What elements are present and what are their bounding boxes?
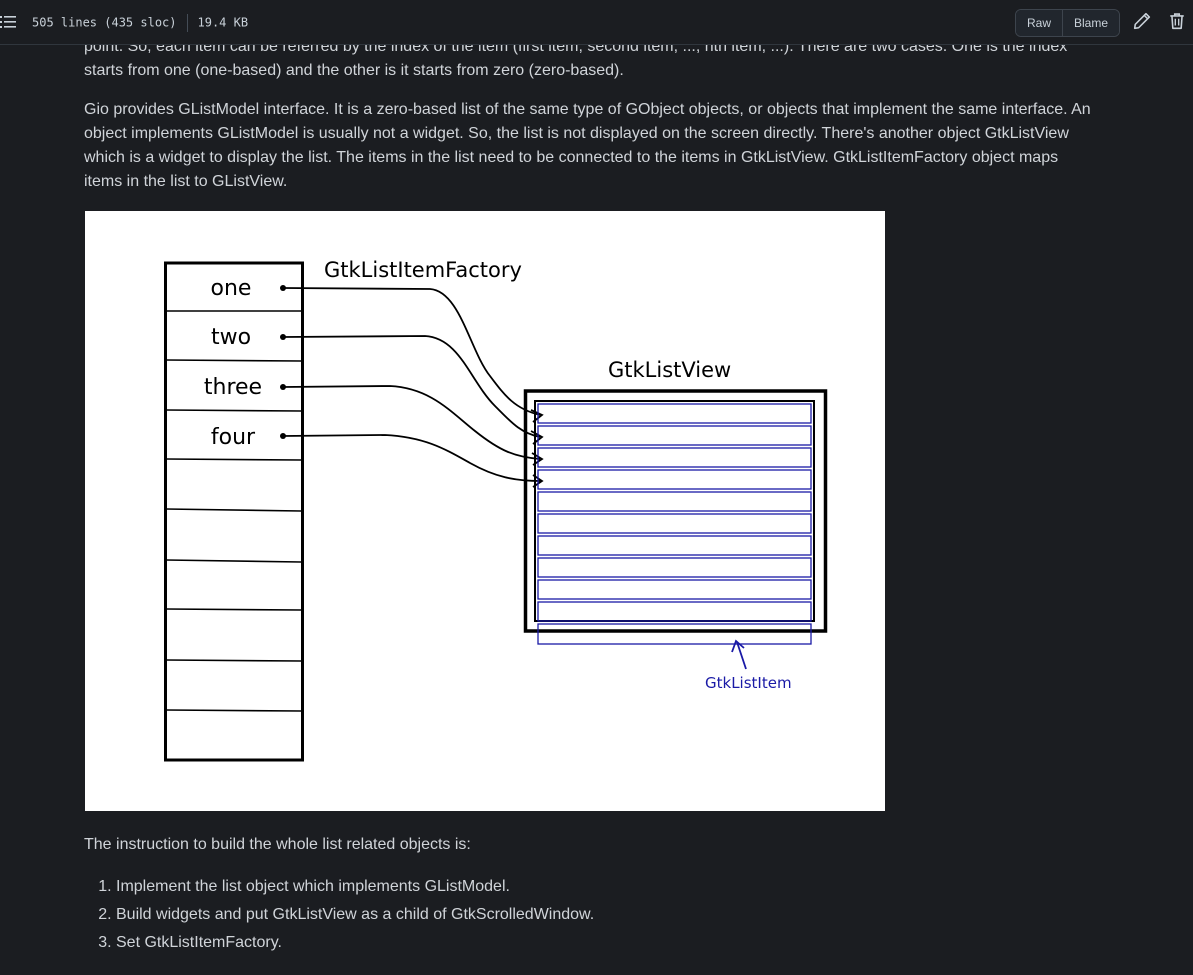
list-item-one: one bbox=[211, 276, 252, 301]
step-item: Set GtkListItemFactory. bbox=[116, 929, 594, 957]
paragraph-glistmodel: Gio provides GListModel interface. It is… bbox=[84, 101, 1091, 190]
instruction-steps: Implement the list object which implemen… bbox=[84, 873, 594, 957]
trash-icon[interactable] bbox=[1168, 12, 1186, 30]
list-item-three: three bbox=[204, 375, 262, 400]
file-header: 505 lines (435 sloc) 19.4 KB Raw Blame bbox=[0, 0, 1193, 45]
list-item-four: four bbox=[211, 425, 256, 450]
listitem-label: GtkListItem bbox=[705, 674, 792, 692]
listview-item-rows bbox=[537, 403, 812, 645]
raw-button[interactable]: Raw bbox=[1016, 10, 1063, 36]
raw-blame-group: Raw Blame bbox=[1015, 9, 1121, 37]
factory-mapping-arrows bbox=[282, 287, 542, 482]
step-item: Build widgets and put GtkListView as a c… bbox=[116, 901, 594, 929]
line-count: 505 lines (435 sloc) bbox=[32, 15, 177, 30]
list-diagram: one two three four GtkListItemFactory Gt… bbox=[85, 211, 885, 811]
listview-label: GtkListView bbox=[608, 358, 731, 382]
blame-button[interactable]: Blame bbox=[1062, 10, 1120, 36]
list-item-two: two bbox=[211, 325, 251, 350]
pencil-icon[interactable] bbox=[1133, 12, 1151, 30]
step-item: Implement the list object which implemen… bbox=[116, 873, 594, 901]
connector-dots bbox=[280, 285, 286, 439]
divider bbox=[186, 14, 188, 32]
list-row-dividers bbox=[165, 310, 302, 712]
instruction-intro: The instruction to build the whole list … bbox=[84, 836, 471, 853]
file-info: 505 lines (435 sloc) 19.4 KB bbox=[32, 14, 248, 32]
list-icon[interactable] bbox=[0, 15, 16, 29]
file-size: 19.4 KB bbox=[197, 15, 249, 30]
factory-label: GtkListItemFactory bbox=[324, 258, 522, 282]
